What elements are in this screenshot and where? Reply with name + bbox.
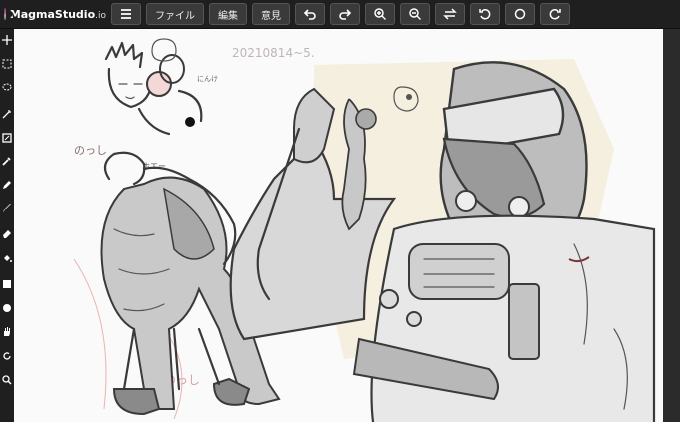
reset-rotation-icon: [514, 8, 526, 20]
rotate-view-tool[interactable]: [2, 351, 12, 361]
pencil-icon: [3, 181, 11, 189]
lasso-tool[interactable]: [2, 83, 12, 93]
brush-icon: [3, 204, 11, 212]
select-rect-icon: [2, 59, 12, 69]
feedback-button[interactable]: 意見: [252, 3, 290, 25]
eraser-tool[interactable]: [2, 228, 12, 238]
fill-bucket-tool[interactable]: [2, 253, 12, 263]
pencil-tool[interactable]: [2, 180, 12, 190]
eyedropper-icon: [2, 157, 11, 166]
rectangle-tool[interactable]: [2, 279, 12, 289]
magic-wand-tool[interactable]: [2, 109, 12, 119]
fill-bucket-icon: [4, 255, 12, 262]
app-name: MagmaStudio.io: [9, 7, 106, 21]
reset-rotation-button[interactable]: [505, 3, 535, 25]
zoom-out-icon: [409, 8, 421, 20]
hamburger-menu-icon: [121, 9, 131, 19]
canvas-margin: [663, 29, 680, 422]
undo-icon: [303, 9, 316, 20]
rotate-right-button[interactable]: [540, 3, 570, 25]
drawing-canvas[interactable]: 20210814~5. のっし のっし ホエー にんけ: [14, 29, 663, 422]
redo-button[interactable]: [330, 3, 360, 25]
sketch-note: のっし: [74, 144, 107, 157]
rectangle-icon: [3, 280, 11, 288]
rotate-view-icon: [3, 352, 11, 360]
select-rect-tool[interactable]: [2, 59, 12, 69]
logo-icon: [4, 8, 13, 20]
circle-tool[interactable]: [2, 303, 12, 313]
sketch-note: にんけ: [197, 75, 218, 83]
eraser-icon: [3, 230, 11, 238]
circle-icon: [3, 304, 11, 312]
rotate-left-button[interactable]: [470, 3, 500, 25]
file-menu-button[interactable]: ファイル: [146, 3, 204, 25]
top-toolbar: MagmaStudio.io ファイル 編集 意見: [0, 0, 680, 29]
tool-palette: [0, 29, 14, 422]
zoom-in-button[interactable]: [365, 3, 395, 25]
undo-button[interactable]: [295, 3, 325, 25]
date-note: 20210814~5.: [232, 46, 315, 60]
zoom-tool[interactable]: [2, 375, 12, 385]
small-sketch-heads: [104, 38, 203, 136]
eyedropper-tool[interactable]: [2, 156, 12, 166]
hand-tool[interactable]: [2, 327, 12, 337]
zoom-icon: [2, 375, 12, 385]
zoom-in-icon: [374, 8, 386, 20]
zoom-out-button[interactable]: [400, 3, 430, 25]
hand-icon: [4, 327, 10, 336]
transform-icon: [2, 133, 12, 143]
edit-menu-button[interactable]: 編集: [209, 3, 247, 25]
lasso-icon: [2, 83, 12, 91]
redo-icon: [339, 9, 352, 20]
brush-tool[interactable]: [2, 203, 12, 213]
app-logo: MagmaStudio.io: [0, 0, 106, 28]
rotate-right-icon: [549, 8, 561, 20]
transform-tool[interactable]: [2, 133, 12, 143]
rotate-left-icon: [479, 8, 491, 20]
move-tool[interactable]: [2, 35, 12, 45]
move-icon: [2, 35, 12, 45]
hamburger-menu-button[interactable]: [111, 3, 141, 25]
flip-horizontal-button[interactable]: [435, 3, 465, 25]
flip-horizontal-icon: [443, 8, 457, 20]
magic-wand-icon: [2, 110, 11, 119]
sketch-artwork: 20210814~5. のっし のっし ホエー にんけ: [73, 38, 656, 422]
